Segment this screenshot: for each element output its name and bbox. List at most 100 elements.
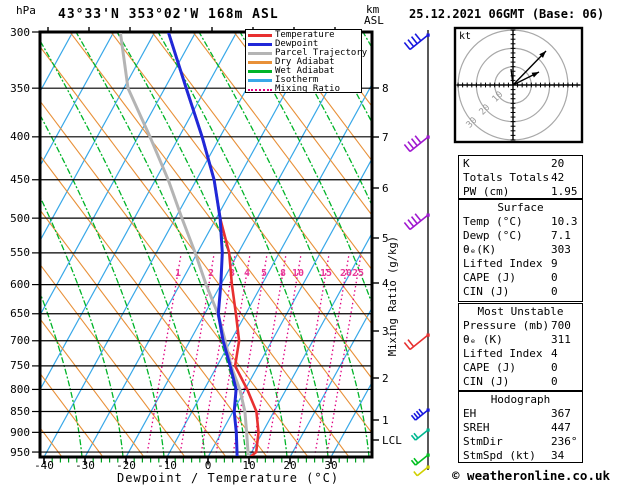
chart-legend: Temperature Dewpoint Parcel Trajectory Dry … <box>245 29 367 94</box>
table-row-label: StmDir <box>463 435 503 448</box>
temperature-tick-label: 0 <box>204 459 212 472</box>
pressure-axis-unit-label: hPa <box>16 4 36 17</box>
wind-barb <box>403 333 430 351</box>
temperature-tick-label: 30 <box>324 459 338 472</box>
table-row-label: CIN (J) <box>463 375 510 388</box>
table-row-value: 0 <box>551 271 558 284</box>
table-row: StmDir 236° <box>459 435 582 449</box>
table-row-value: 0 <box>551 375 558 388</box>
table-row-label: PW (cm) <box>463 185 510 198</box>
table-row-label: StmSpd (kt) <box>463 449 536 462</box>
mixing-ratio-axis-label: Mixing Ratio (g/kg) <box>387 236 399 357</box>
table-row-value: 4 <box>551 347 558 360</box>
table-row-label: CAPE (J) <box>463 271 516 284</box>
table-row-value: 9 <box>551 257 558 270</box>
svg-text:4: 4 <box>244 268 250 279</box>
legend-item: Mixing Ratio <box>248 85 361 94</box>
pressure-tick-label: 350 <box>10 81 30 95</box>
table-row: Lifted Index 9 <box>459 257 582 271</box>
table-row-label: EH <box>463 407 477 420</box>
table-row-value: 20 <box>551 157 565 170</box>
data-table-indices: K 20 Totals Totals 42 PW (cm) 1.95 <box>458 155 583 199</box>
temperature-tick-label: -40 <box>34 459 54 472</box>
table-row: Totals Totals 42 <box>459 171 582 185</box>
table-row-label: Temp (°C) <box>463 215 523 228</box>
pressure-tick-label: 650 <box>10 307 30 321</box>
wind-barb <box>413 465 430 477</box>
pressure-tick-label: 300 <box>10 25 30 39</box>
svg-text:20: 20 <box>340 268 352 279</box>
station-location-title: 43°33'N 353°02'W 168m ASL <box>58 7 279 22</box>
legend-line-sample <box>248 61 272 64</box>
table-row-label: Lifted Index <box>463 347 543 360</box>
table-row-value: 42 <box>551 171 565 184</box>
svg-text:2: 2 <box>208 268 214 279</box>
legend-line-sample <box>248 52 272 55</box>
pressure-tick-label: 450 <box>10 173 30 187</box>
table-row-value: 7.1 <box>551 229 571 242</box>
height-km-tick-label: 5 <box>382 231 389 245</box>
svg-text:1: 1 <box>175 268 181 279</box>
table-title: Hodograph <box>490 393 551 406</box>
wind-barb <box>410 428 430 441</box>
table-row-value: 311 <box>551 333 571 346</box>
skewt-sounding-page: 1 2 3 4 5 8 10 15 20 25 10 20 30 hPa 43°33'N 353°02'… <box>0 0 629 486</box>
pressure-tick-label: 800 <box>10 382 30 396</box>
pressure-tick-label: 600 <box>10 278 30 292</box>
svg-text:5: 5 <box>261 268 267 279</box>
table-row: K 20 <box>459 157 582 171</box>
legend-line-sample <box>248 43 272 46</box>
table-row-label: CAPE (J) <box>463 361 516 374</box>
height-km-tick-label: LCL <box>382 433 402 447</box>
table-row-value: 367 <box>551 407 571 420</box>
hodograph: 102030 <box>453 26 584 144</box>
table-row-value: 34 <box>551 449 565 462</box>
pressure-tick-label: 950 <box>10 445 30 459</box>
wind-barb <box>403 213 430 231</box>
legend-line-sample <box>248 79 272 82</box>
table-row: SREH 447 <box>459 421 582 435</box>
table-row-value: 0 <box>551 285 558 298</box>
temperature-tick-label: 20 <box>283 459 297 472</box>
table-row-value: 447 <box>551 421 571 434</box>
table-row-label: θₑ (K) <box>463 333 503 346</box>
wind-barb <box>403 33 430 51</box>
wind-barb-column <box>403 30 430 477</box>
pressure-tick-label: 850 <box>10 405 30 418</box>
data-table-most-unstable: Most Unstable Pressure (mb) 700 θₑ (K) 311 Li… <box>458 303 583 391</box>
wind-barb <box>410 453 430 466</box>
temperature-tick-label: -10 <box>157 459 177 472</box>
data-table-surface: Surface Temp (°C) 10.3 Dewp (°C) 7.1 θₑ(K) 303… <box>458 199 583 302</box>
table-row: CIN (J) 0 <box>459 375 582 389</box>
table-row-value: 236° <box>551 435 578 448</box>
table-row: Dewp (°C) 7.1 <box>459 229 582 243</box>
parcel-trajectory-curve <box>118 33 250 456</box>
height-km-tick-label: 4 <box>382 276 389 290</box>
table-row-value: 10.3 <box>551 215 578 228</box>
table-title: Most Unstable <box>477 305 564 318</box>
height-km-tick-label: 7 <box>382 130 389 144</box>
table-row: EH 367 <box>459 407 582 421</box>
svg-text:8: 8 <box>280 268 286 279</box>
pressure-tick-label: 550 <box>10 246 30 260</box>
svg-text:15: 15 <box>320 268 332 279</box>
pressure-tick-label: 400 <box>10 130 30 144</box>
pressure-tick-label: 500 <box>10 211 30 225</box>
table-row-value: 303 <box>551 243 571 256</box>
copyright-notice: © weatheronline.co.uk <box>452 468 611 483</box>
legend-line-sample <box>248 34 272 37</box>
run-datetime-title: 25.12.2021 06GMT (Base: 06) <box>409 7 605 21</box>
svg-text:25: 25 <box>352 268 364 279</box>
height-km-tick-label: 1 <box>382 413 389 427</box>
table-row: CAPE (J) 0 <box>459 271 582 285</box>
wind-barb <box>410 408 430 421</box>
table-row-label: Lifted Index <box>463 257 543 270</box>
height-km-tick-label: 3 <box>382 324 389 338</box>
legend-line-sample <box>248 88 272 91</box>
height-km-tick-label: 2 <box>382 371 389 385</box>
hodograph-unit-label: kt <box>459 31 472 42</box>
temperature-tick-label: -30 <box>75 459 95 472</box>
height-km-tick-label: 8 <box>382 81 389 95</box>
table-row-label: θₑ(K) <box>463 243 497 256</box>
table-row: Temp (°C) 10.3 <box>459 215 582 229</box>
